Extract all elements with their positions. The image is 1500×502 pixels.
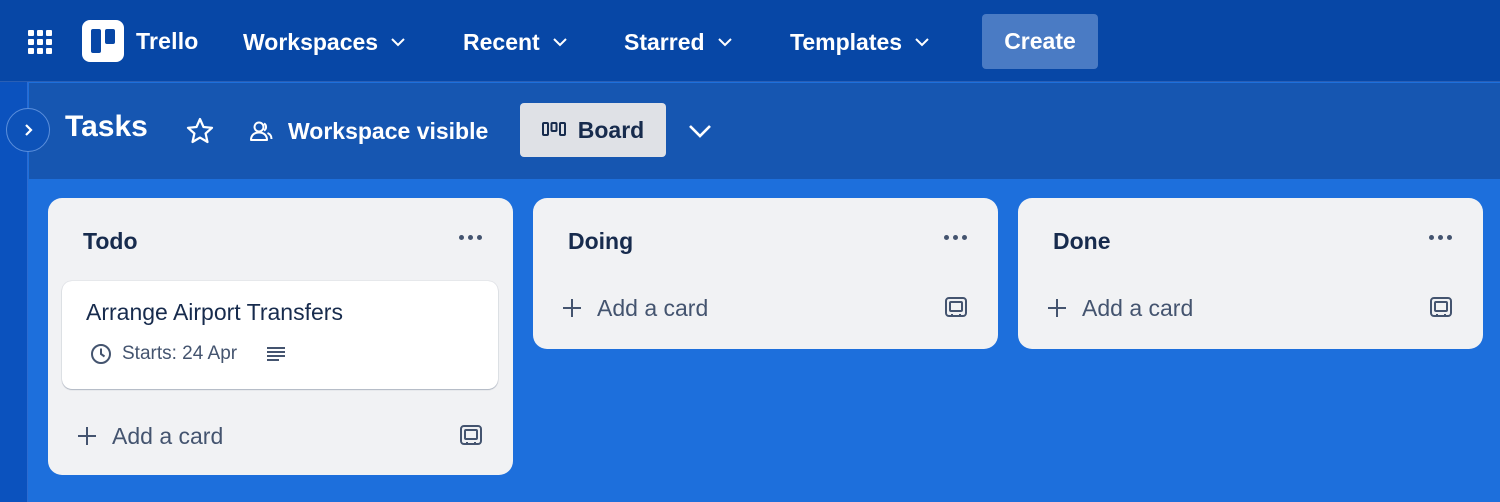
trello-logo-icon bbox=[82, 20, 124, 62]
people-icon bbox=[250, 121, 273, 141]
list-title[interactable]: Done bbox=[1053, 228, 1111, 255]
nav-starred-label: Starred bbox=[624, 28, 705, 55]
visibility-button[interactable]: Workspace visible bbox=[248, 114, 488, 148]
visibility-label: Workspace visible bbox=[288, 117, 489, 144]
more-icon[interactable] bbox=[459, 230, 485, 244]
star-icon[interactable] bbox=[184, 115, 216, 147]
card[interactable]: Arrange Airport Transfers Starts: 24 Apr bbox=[62, 281, 498, 389]
nav-templates[interactable]: Templates bbox=[790, 24, 930, 60]
plus-icon bbox=[1048, 299, 1066, 317]
chevron-down-icon bbox=[391, 38, 405, 47]
board-view-button[interactable]: Board bbox=[520, 103, 666, 157]
chevron-down-icon bbox=[552, 38, 567, 47]
nav-starred[interactable]: Starred bbox=[624, 24, 733, 60]
chevron-down-icon[interactable] bbox=[686, 118, 714, 144]
nav-workspaces-label: Workspaces bbox=[243, 28, 379, 55]
chevron-down-icon bbox=[717, 38, 732, 47]
description-icon bbox=[267, 347, 286, 361]
add-card-label: Add a card bbox=[112, 422, 224, 449]
nav-templates-label: Templates bbox=[790, 28, 903, 55]
card-badges: Starts: 24 Apr bbox=[90, 343, 287, 365]
list-title[interactable]: Doing bbox=[568, 228, 633, 255]
top-navigation: Trello Workspaces Recent Starred Templat… bbox=[0, 0, 1500, 82]
start-date-badge: Starts: 24 Apr bbox=[122, 343, 238, 364]
add-card-button[interactable]: Add a card bbox=[1046, 291, 1193, 325]
plus-icon bbox=[563, 299, 581, 317]
more-icon[interactable] bbox=[944, 230, 970, 244]
add-card-button[interactable]: Add a card bbox=[561, 291, 708, 325]
chevron-right-icon bbox=[25, 124, 33, 136]
grid-icon[interactable] bbox=[22, 24, 58, 60]
nav-workspaces[interactable]: Workspaces bbox=[243, 24, 406, 60]
clock-icon bbox=[91, 344, 111, 364]
board-title[interactable]: Tasks bbox=[65, 110, 148, 144]
list-done: Done Add a card bbox=[1018, 198, 1483, 349]
list-todo: Todo Arrange Airport Transfers Starts: 2… bbox=[48, 198, 513, 475]
trello-logo[interactable]: Trello bbox=[82, 20, 199, 62]
add-card-label: Add a card bbox=[597, 294, 709, 321]
card-template-icon[interactable] bbox=[944, 296, 968, 320]
list-title[interactable]: Todo bbox=[83, 228, 138, 255]
nav-recent-label: Recent bbox=[463, 28, 540, 55]
more-icon[interactable] bbox=[1429, 230, 1455, 244]
board-view-label: Board bbox=[577, 116, 645, 143]
card-template-icon[interactable] bbox=[1429, 296, 1453, 320]
board-columns-icon bbox=[541, 122, 566, 136]
card-title: Arrange Airport Transfers bbox=[86, 299, 343, 325]
add-card-label: Add a card bbox=[1082, 294, 1194, 321]
nav-recent[interactable]: Recent bbox=[463, 24, 568, 60]
plus-icon bbox=[78, 427, 96, 445]
expand-sidebar-button[interactable] bbox=[6, 108, 50, 152]
app-name: Trello bbox=[136, 27, 199, 54]
list-doing: Doing Add a card bbox=[533, 198, 998, 349]
chevron-down-icon bbox=[915, 38, 929, 47]
create-button[interactable]: Create bbox=[982, 14, 1098, 69]
add-card-button[interactable]: Add a card bbox=[76, 419, 223, 453]
card-template-icon[interactable] bbox=[459, 424, 483, 448]
